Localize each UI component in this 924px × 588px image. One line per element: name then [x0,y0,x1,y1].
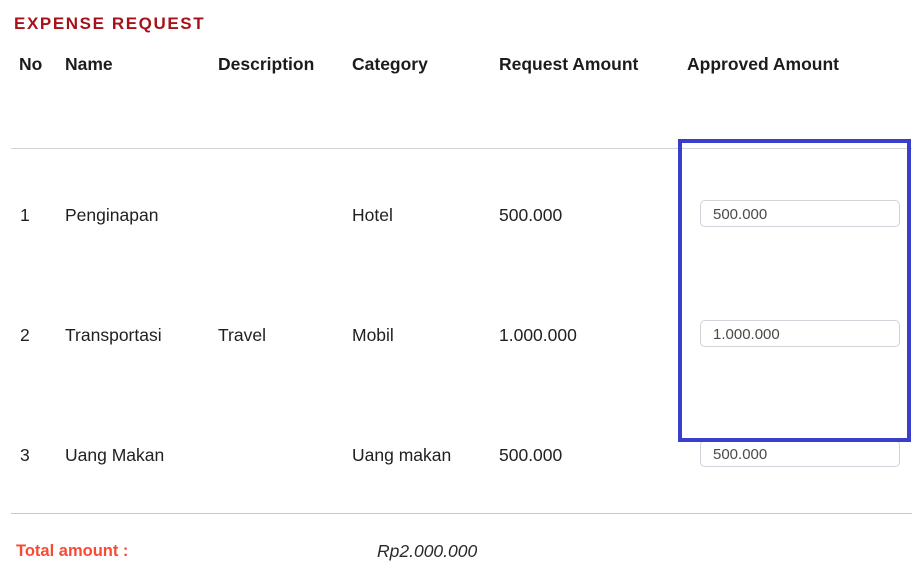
expense-request-page: EXPENSE REQUEST No Name Description Cate… [0,0,924,588]
header-divider [11,148,912,149]
page-title: EXPENSE REQUEST [14,14,206,33]
cell-name: Penginapan [65,205,159,225]
approved-amount-input[interactable] [700,440,900,467]
cell-category: Hotel [352,205,393,225]
table-header-row: No Name Description Category Request Amo… [0,50,924,99]
column-header-approved-amount: Approved Amount [687,54,839,74]
cell-name: Uang Makan [65,445,165,465]
column-header-no: No [19,54,43,74]
cell-category: Uang makan [352,445,452,465]
cell-category: Mobil [352,325,394,345]
cell-name: Transportasi [65,325,162,345]
approved-amount-input[interactable] [700,320,900,347]
footer-divider [11,513,912,514]
table-body: 1 Penginapan Hotel 500.000 2 Transportas… [0,158,924,518]
cell-request-amount: 1.000.000 [499,325,577,345]
cell-request-amount: 500.000 [499,445,563,465]
cell-description: Travel [218,325,266,345]
table-row: 3 Uang Makan Uang makan 500.000 [0,398,924,518]
column-header-description: Description [218,54,315,74]
table-row: 2 Transportasi Travel Mobil 1.000.000 [0,278,924,398]
cell-no: 3 [20,445,30,465]
column-header-name: Name [65,54,113,74]
expense-request-table: No Name Description Category Request Amo… [0,50,924,467]
cell-no: 2 [20,325,30,345]
approved-amount-input[interactable] [700,200,900,227]
column-header-category: Category [352,54,428,74]
total-amount-label: Total amount : [16,542,129,560]
cell-no: 1 [20,205,30,225]
column-header-request-amount: Request Amount [499,54,639,74]
total-amount-value: Rp2.000.000 [377,541,478,561]
cell-request-amount: 500.000 [499,205,563,225]
table-row: 1 Penginapan Hotel 500.000 [0,158,924,278]
